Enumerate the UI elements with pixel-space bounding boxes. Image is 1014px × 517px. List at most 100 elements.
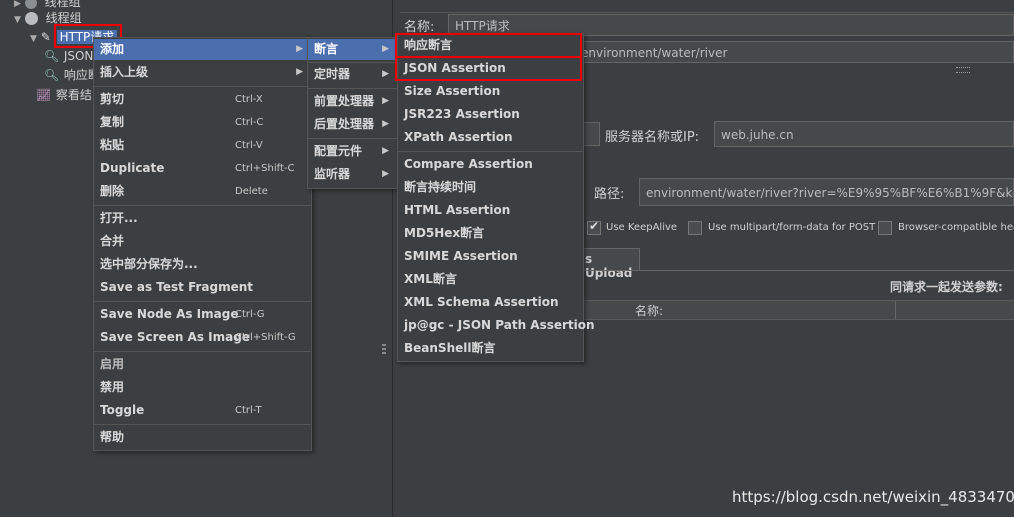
- menu-item-label: 启用: [100, 357, 125, 371]
- pencil-icon: ✎: [40, 30, 51, 44]
- menu-item-label: 前置处理器: [314, 94, 375, 108]
- menu-item-label: XML断言: [404, 272, 457, 286]
- tree-node-view-results[interactable]: 📈︎ 察看结: [36, 86, 92, 104]
- multipart-label: Use multipart/form-data for POST: [708, 222, 876, 233]
- menu-item-duplicate[interactable]: Duplicate Ctrl+Shift-C: [94, 157, 311, 180]
- menu-item-label: 断言持续时间: [404, 180, 477, 194]
- menu-item-save-fragment[interactable]: Save as Test Fragment: [94, 276, 311, 299]
- magnifier-icon: 🔍︎: [44, 49, 60, 63]
- params-table-header: 名称:: [580, 300, 1014, 320]
- submenu-arrow-icon: ▶: [382, 44, 389, 54]
- server-field[interactable]: web.juhe.cn: [714, 121, 1014, 147]
- menu-item-merge[interactable]: 合并: [94, 230, 311, 253]
- menu-item-duration-assertion[interactable]: 断言持续时间: [398, 176, 583, 199]
- menu-item-json-path-assertion[interactable]: jp@gc - JSON Path Assertion: [398, 314, 595, 337]
- menu-item-beanshell-assertion[interactable]: BeanShell断言: [398, 337, 583, 360]
- menu-item-pre-processor[interactable]: 前置处理器 ▶: [308, 90, 397, 113]
- menu-item-add[interactable]: 添加 ▶: [94, 39, 311, 60]
- menu-item-disable[interactable]: 禁用: [94, 376, 311, 399]
- shortcut-label: Ctrl-X: [235, 94, 263, 105]
- menu-item-save-selection[interactable]: 选中部分保存为...: [94, 253, 311, 276]
- menu-item-label: Toggle: [100, 403, 145, 417]
- menu-item-copy[interactable]: 复制 Ctrl-C: [94, 111, 311, 134]
- menu-item-xpath-assertion[interactable]: XPath Assertion: [398, 126, 583, 149]
- tree-node-response-assertion[interactable]: 🔍︎ 响应断: [44, 66, 100, 84]
- menu-item-post-processor[interactable]: 后置处理器 ▶: [308, 113, 397, 136]
- menu-item-help[interactable]: 帮助: [94, 426, 311, 449]
- menu-separator: [308, 88, 397, 89]
- menu-item-insert-parent[interactable]: 插入上级 ▶: [94, 61, 311, 84]
- menu-separator: [94, 351, 311, 352]
- resize-handle[interactable]: [956, 67, 970, 73]
- tree-node-label: JSON: [63, 49, 94, 63]
- gear-icon: [24, 12, 38, 25]
- shortcut-label: Ctrl-T: [235, 405, 262, 416]
- shortcut-label: Ctrl+Shift-G: [235, 332, 296, 343]
- multipart-checkbox[interactable]: [688, 221, 702, 235]
- menu-item-size-assertion[interactable]: Size Assertion: [398, 80, 583, 103]
- shortcut-label: Ctrl+Shift-C: [235, 163, 295, 174]
- menu-item-xml-assertion[interactable]: XML断言: [398, 268, 583, 291]
- checkmark-icon: ✔: [589, 219, 600, 233]
- tab-label: s Upload: [585, 252, 633, 280]
- tree-node-label: 察看结: [55, 88, 92, 102]
- menu-separator: [94, 205, 311, 206]
- menu-item-toggle[interactable]: Toggle Ctrl-T: [94, 399, 311, 422]
- tab-files-upload[interactable]: s Upload: [580, 248, 640, 280]
- menu-item-label: 断言: [314, 42, 339, 56]
- menu-item-label: Duplicate: [100, 161, 165, 175]
- submenu-arrow-icon: ▶: [382, 119, 389, 129]
- menu-separator: [94, 424, 311, 425]
- menu-item-label: 复制: [100, 115, 125, 129]
- splitter-grip[interactable]: [382, 348, 386, 350]
- menu-item-open[interactable]: 打开...: [94, 207, 311, 230]
- assertion-submenu: 响应断言 JSON Assertion Size Assertion JSR22…: [397, 33, 595, 362]
- params-label: 同请求一起发送参数:: [890, 280, 1003, 294]
- collapse-icon[interactable]: ▼: [14, 15, 21, 25]
- submenu-arrow-icon: ▶: [296, 44, 303, 54]
- menu-separator: [308, 138, 397, 139]
- menu-item-label: SMIME Assertion: [404, 249, 518, 263]
- menu-item-timer[interactable]: 定时器 ▶: [308, 63, 397, 86]
- menu-item-xml-schema-assertion[interactable]: XML Schema Assertion: [398, 291, 583, 314]
- menu-item-listener[interactable]: 监听器 ▶: [308, 163, 397, 186]
- menu-item-assertions[interactable]: 断言 ▶: [308, 39, 397, 60]
- menu-item-label: jp@gc - JSON Path Assertion: [404, 318, 595, 332]
- submenu-arrow-icon: ▶: [382, 69, 389, 79]
- path-field[interactable]: environment/water/river?river=%E9%95%BF%…: [639, 178, 1014, 206]
- menu-item-label: 合并: [100, 234, 125, 248]
- menu-item-enable[interactable]: 启用: [94, 353, 311, 376]
- menu-item-label: 添加: [100, 42, 125, 56]
- menu-separator: [398, 151, 583, 152]
- keepalive-checkbox[interactable]: ✔: [587, 219, 601, 235]
- menu-item-label: Save Node As Image: [100, 307, 239, 321]
- column-name-header: 名称:: [635, 304, 664, 318]
- splitter-grip[interactable]: [382, 344, 386, 346]
- menu-item-delete[interactable]: 删除 Delete: [94, 180, 311, 203]
- menu-separator: [94, 301, 311, 302]
- submenu-arrow-icon: ▶: [382, 146, 389, 156]
- context-menu: 添加 ▶ 插入上级 ▶ 剪切 Ctrl-X 复制 Ctrl-C 粘贴 Ctrl-V Dup…: [93, 37, 312, 451]
- menu-item-jsr223-assertion[interactable]: JSR223 Assertion: [398, 103, 583, 126]
- menu-item-md5hex-assertion[interactable]: MD5Hex断言: [398, 222, 583, 245]
- menu-item-html-assertion[interactable]: HTML Assertion: [398, 199, 583, 222]
- submenu-arrow-icon: ▶: [382, 169, 389, 179]
- tree-node-json[interactable]: 🔍︎ JSON: [44, 47, 93, 65]
- menu-item-config-element[interactable]: 配置元件 ▶: [308, 140, 397, 163]
- menu-item-save-node-image[interactable]: Save Node As Image Ctrl-G: [94, 303, 311, 326]
- menu-item-cut[interactable]: 剪切 Ctrl-X: [94, 88, 311, 111]
- menu-item-label: 删除: [100, 184, 125, 198]
- menu-item-paste[interactable]: 粘贴 Ctrl-V: [94, 134, 311, 157]
- browser-compatible-checkbox[interactable]: [878, 221, 892, 235]
- gear-icon: [24, 0, 37, 9]
- menu-item-smime-assertion[interactable]: SMIME Assertion: [398, 245, 583, 268]
- menu-item-save-screen-image[interactable]: Save Screen As Image Ctrl+Shift-G: [94, 326, 311, 349]
- path-label: 路径:: [594, 187, 625, 202]
- menu-item-label: 配置元件: [314, 144, 363, 158]
- menu-item-compare-assertion[interactable]: Compare Assertion: [398, 153, 583, 176]
- collapse-icon[interactable]: ▼: [30, 34, 37, 44]
- splitter-grip[interactable]: [382, 352, 386, 354]
- add-submenu: 断言 ▶ 定时器 ▶ 前置处理器 ▶ 后置处理器 ▶ 配置元件 ▶ 监听器 ▶: [307, 37, 398, 189]
- expand-icon[interactable]: ▶: [14, 0, 21, 9]
- submenu-arrow-icon: ▶: [296, 67, 303, 77]
